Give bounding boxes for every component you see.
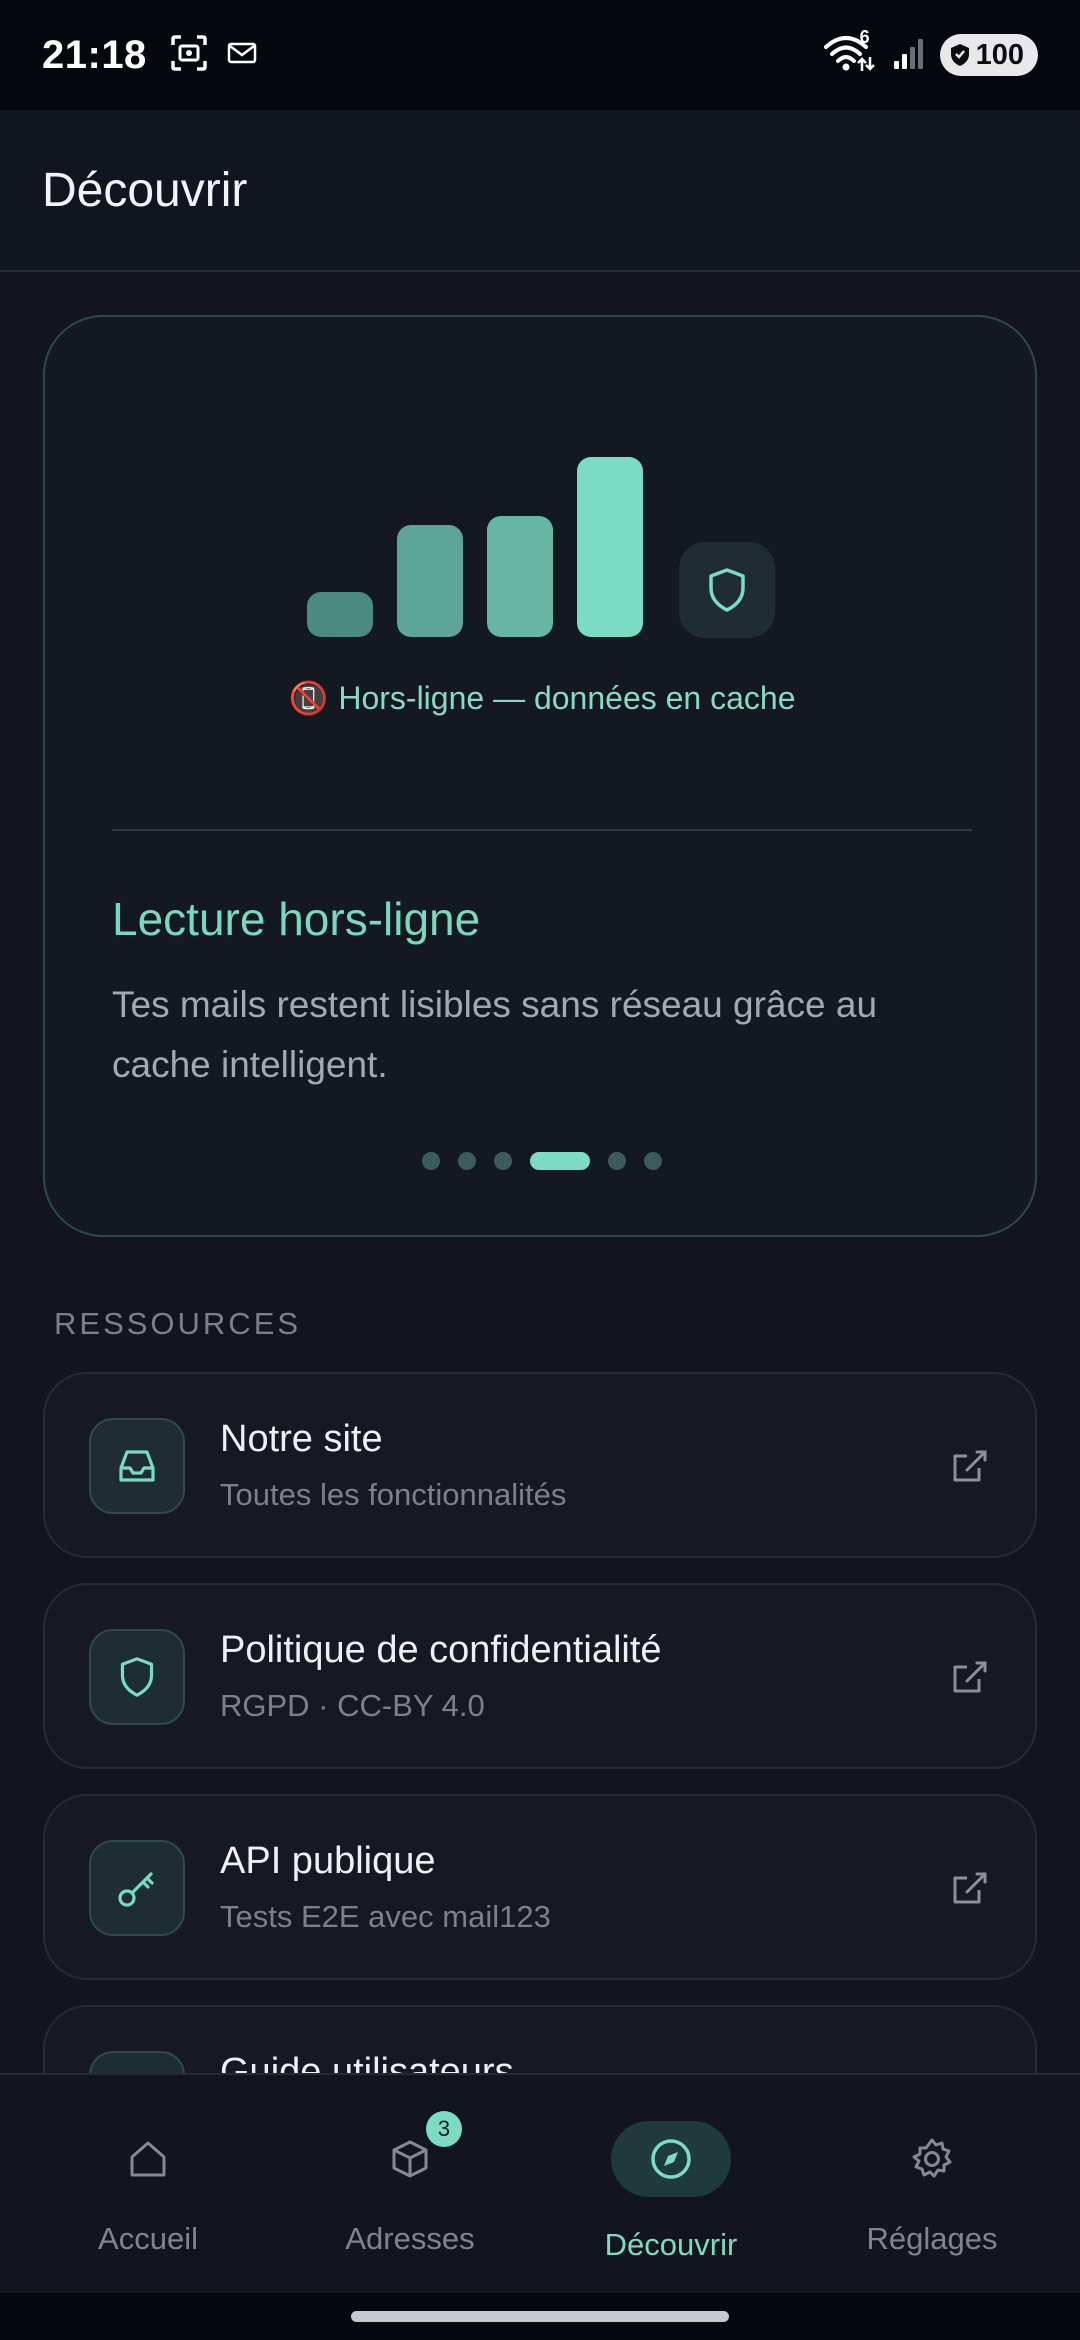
resource-subtitle: Tests E2E avec mail123: [220, 1899, 551, 1934]
card-divider: [112, 829, 972, 831]
box-icon: [392, 2140, 428, 2178]
nav-label: Découvrir: [604, 2227, 738, 2262]
nav-label: Réglages: [866, 2221, 998, 2256]
bottom-navigation: Accueil 3 Adresses Découvrir Réglages: [0, 2073, 1080, 2293]
signal-icon: [892, 35, 926, 76]
nav-item-adresses[interactable]: 3 Adresses: [275, 2075, 545, 2295]
resource-title: API publique: [220, 1840, 436, 1882]
resource-title: Politique de confidentialité: [220, 1629, 662, 1671]
shield-tile: [679, 542, 775, 638]
pager-dot[interactable]: [422, 1152, 440, 1170]
nav-label: Adresses: [345, 2221, 475, 2256]
shield-icon: [709, 568, 745, 612]
pager-dot[interactable]: [608, 1152, 626, 1170]
app-header: Découvrir: [0, 110, 1080, 272]
notification-badge: 3: [426, 2111, 462, 2147]
shield-icon: [120, 1657, 154, 1697]
active-indicator: [611, 2121, 731, 2197]
nav-item-reglages[interactable]: Réglages: [797, 2075, 1067, 2295]
offline-status: 📵 Hors-ligne — données en cache: [45, 679, 1039, 717]
section-label-resources: RESSOURCES: [54, 1306, 302, 1341]
nav-item-accueil[interactable]: Accueil: [13, 2075, 283, 2295]
battery-shield-icon: [950, 44, 969, 66]
offline-text: Hors-ligne — données en cache: [338, 679, 796, 716]
feature-carousel-card[interactable]: 📵 Hors-ligne — données en cache Lecture …: [43, 315, 1037, 1237]
battery-indicator: 100: [939, 34, 1038, 76]
wifi-badge: 6: [859, 26, 870, 47]
resource-icon-tile: [89, 1418, 185, 1514]
key-icon: [118, 1872, 154, 1907]
illustration-bar: [307, 592, 373, 637]
no-phone-icon: 📵: [288, 680, 329, 716]
home-gesture-bar[interactable]: [351, 2311, 729, 2322]
battery-level: 100: [975, 38, 1024, 71]
illustration-bar: [577, 457, 643, 637]
mail-icon: [227, 41, 257, 70]
resource-subtitle: Toutes les fonctionnalités: [220, 1477, 567, 1512]
resource-icon-tile: [89, 1629, 185, 1725]
nav-item-decouvrir[interactable]: Découvrir: [536, 2075, 806, 2295]
inbox-icon: [119, 1450, 155, 1482]
resource-subtitle: RGPD · CC-BY 4.0: [220, 1688, 485, 1723]
illustration-bar: [397, 525, 463, 637]
resource-item-api[interactable]: API publique Tests E2E avec mail123: [43, 1794, 1037, 1980]
resource-item-site[interactable]: Notre site Toutes les fonctionnalités: [43, 1372, 1037, 1558]
resource-icon-tile: [89, 1840, 185, 1936]
resource-item-privacy[interactable]: Politique de confidentialité RGPD · CC-B…: [43, 1583, 1037, 1769]
external-link-icon: [947, 1444, 991, 1493]
home-icon: [130, 2141, 166, 2177]
nav-label: Accueil: [98, 2221, 198, 2256]
gear-icon: [912, 2138, 952, 2178]
screenshot-icon: [169, 33, 209, 78]
status-time: 21:18: [42, 32, 147, 77]
feature-description: Tes mails restent lisibles sans réseau g…: [112, 984, 878, 1085]
wifi-icon: 6: [822, 27, 878, 78]
pager-dot[interactable]: [644, 1152, 662, 1170]
illustration-bar: [487, 516, 553, 637]
status-bar: 21:18 6 100: [0, 0, 1080, 110]
pager-dot[interactable]: [458, 1152, 476, 1170]
external-link-icon: [947, 1866, 991, 1915]
feature-title: Lecture hors-ligne: [112, 893, 481, 945]
pager-dot-active[interactable]: [530, 1152, 590, 1170]
external-link-icon: [947, 1655, 991, 1704]
resource-title: Notre site: [220, 1418, 383, 1460]
page-title: Découvrir: [42, 163, 248, 217]
pager-dot[interactable]: [494, 1152, 512, 1170]
carousel-pager[interactable]: [45, 1151, 1039, 1171]
gesture-area: [0, 2293, 1080, 2340]
compass-icon: [651, 2139, 691, 2179]
